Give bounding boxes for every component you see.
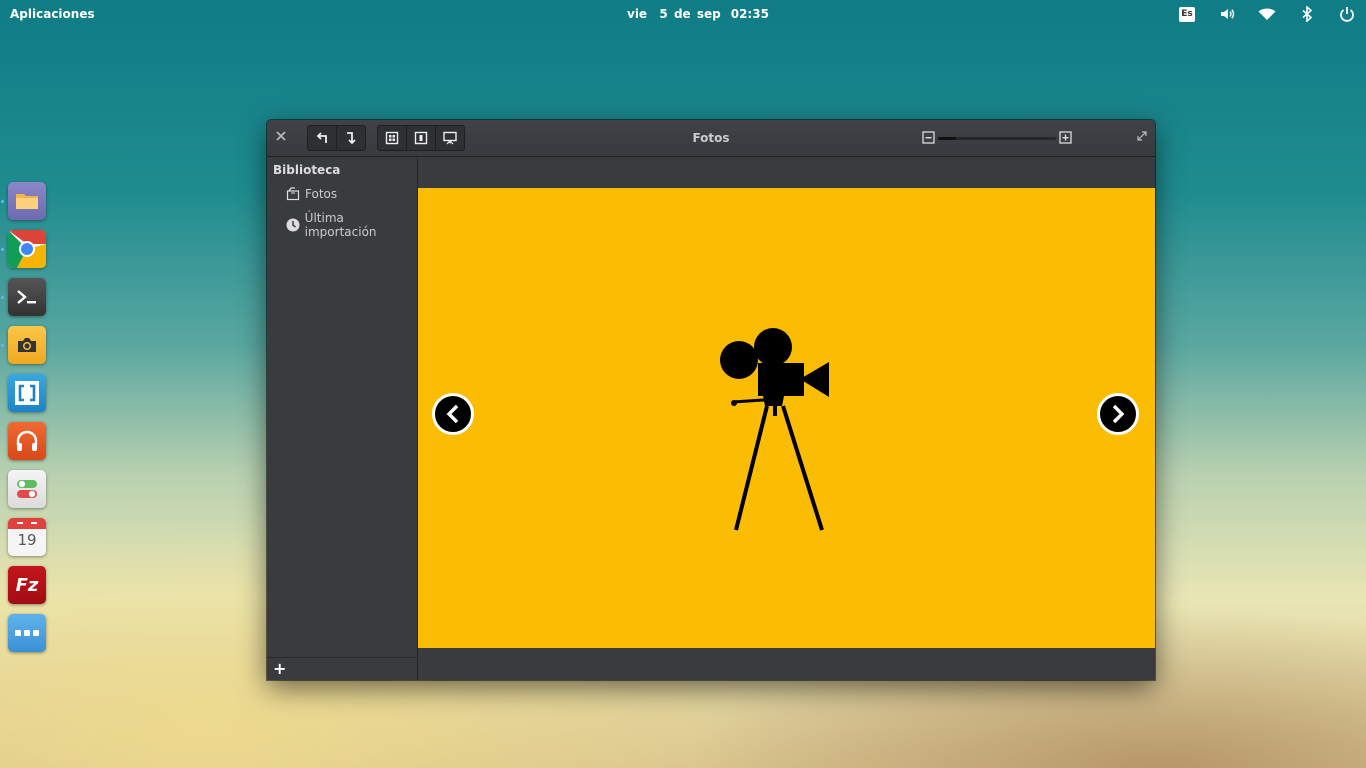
- sidebar-item-photos[interactable]: Fotos: [285, 186, 337, 202]
- zoom-out-icon[interactable]: [922, 131, 935, 144]
- add-button[interactable]: +: [273, 659, 286, 678]
- zoom-slider[interactable]: [938, 137, 1056, 140]
- sidebar-item-label: Última importación: [304, 211, 377, 239]
- sidebar-footer: +: [267, 657, 417, 680]
- photo-viewer: [418, 157, 1155, 680]
- zoom-control: [922, 130, 1072, 146]
- photos-window: Fotos Biblioteca Fotos Última importació…: [267, 120, 1155, 680]
- sidebar: Biblioteca Fotos Última importación +: [267, 157, 418, 680]
- running-indicator: [1, 248, 4, 251]
- sidebar-item-last-import[interactable]: Última importación: [285, 211, 417, 239]
- network-indicator[interactable]: [1258, 5, 1276, 23]
- power-icon: [1340, 7, 1354, 22]
- filezilla-icon: Fz: [15, 574, 39, 596]
- dock-item-files[interactable]: [8, 182, 46, 220]
- headphones-icon: [16, 430, 38, 451]
- clock-time: 02:35: [730, 7, 769, 21]
- sidebar-item-label: Fotos: [305, 187, 338, 201]
- maximize-button[interactable]: [1137, 130, 1147, 144]
- volume-icon: [1221, 9, 1235, 19]
- dock-item-filezilla[interactable]: Fz: [8, 566, 46, 604]
- dock-item-music[interactable]: [8, 422, 46, 460]
- terminal-icon: [17, 290, 36, 304]
- sidebar-header: Biblioteca: [273, 163, 341, 177]
- dock-item-calendar[interactable]: 19: [8, 518, 46, 556]
- maximize-icon: [1137, 131, 1147, 141]
- headerbar: Fotos: [267, 120, 1155, 157]
- clock-icon: [285, 217, 301, 233]
- bluetooth-indicator[interactable]: [1298, 5, 1316, 23]
- volume-indicator[interactable]: [1218, 5, 1236, 23]
- dock-item-settings[interactable]: [8, 470, 46, 508]
- zoom-slider-fill: [938, 137, 956, 140]
- dock-item-more[interactable]: [8, 614, 46, 652]
- zoom-in-icon[interactable]: [1059, 131, 1072, 144]
- folder-icon: [16, 194, 38, 209]
- calendar-day: 19: [17, 531, 37, 549]
- applications-menu[interactable]: Aplicaciones: [10, 7, 95, 21]
- power-indicator[interactable]: [1338, 5, 1356, 23]
- dock-item-brackets[interactable]: [8, 374, 46, 412]
- next-photo-button[interactable]: [1097, 393, 1139, 435]
- indicators: Es: [1156, 5, 1356, 23]
- more-icon: [15, 630, 39, 636]
- running-indicator: [1, 344, 4, 347]
- running-indicator: [1, 296, 4, 299]
- keyboard-layout-icon: Es: [1179, 6, 1195, 22]
- dock: 19 Fz: [8, 182, 48, 662]
- calendar-icon: 19: [8, 518, 46, 556]
- clock[interactable]: vie 5 de sep 02:35: [627, 7, 769, 21]
- chevron-left-icon: [446, 404, 459, 424]
- previous-photo-button[interactable]: [432, 393, 474, 435]
- toggles-icon: [17, 480, 37, 498]
- chrome-icon: [8, 230, 46, 268]
- movie-camera-image: [720, 328, 829, 531]
- wifi-icon: [1258, 8, 1276, 20]
- camera-icon: [18, 338, 36, 352]
- top-panel: Aplicaciones vie 5 de sep 02:35 Es: [0, 0, 1366, 28]
- bluetooth-icon: [1302, 6, 1313, 22]
- running-indicator: [1, 200, 4, 203]
- photo-canvas: [418, 188, 1155, 648]
- photos-icon: [285, 186, 301, 202]
- dock-item-terminal[interactable]: [8, 278, 46, 316]
- dock-item-camera[interactable]: [8, 326, 46, 364]
- keyboard-indicator[interactable]: Es: [1178, 5, 1196, 23]
- chevron-right-icon: [1112, 404, 1125, 424]
- clock-date: vie 5 de sep: [627, 7, 721, 21]
- brackets-icon: [15, 381, 39, 405]
- dock-item-chrome[interactable]: [8, 230, 46, 268]
